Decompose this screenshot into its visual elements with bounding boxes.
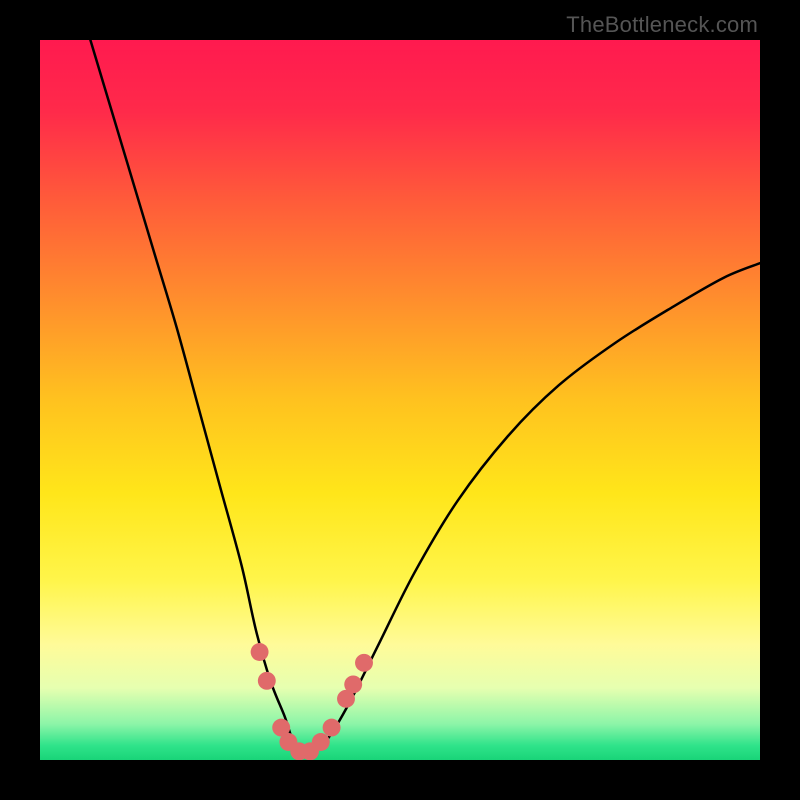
bottleneck-curve [90, 40, 760, 753]
marker-dot [312, 733, 330, 751]
marker-dot [251, 643, 269, 661]
marker-dot [344, 675, 362, 693]
marker-dot [258, 672, 276, 690]
watermark: TheBottleneck.com [566, 12, 758, 38]
marker-dot [323, 719, 341, 737]
marker-dot [355, 654, 373, 672]
marker-group [251, 643, 373, 760]
plot-area [40, 40, 760, 760]
frame: TheBottleneck.com [0, 0, 800, 800]
curve-layer [40, 40, 760, 760]
